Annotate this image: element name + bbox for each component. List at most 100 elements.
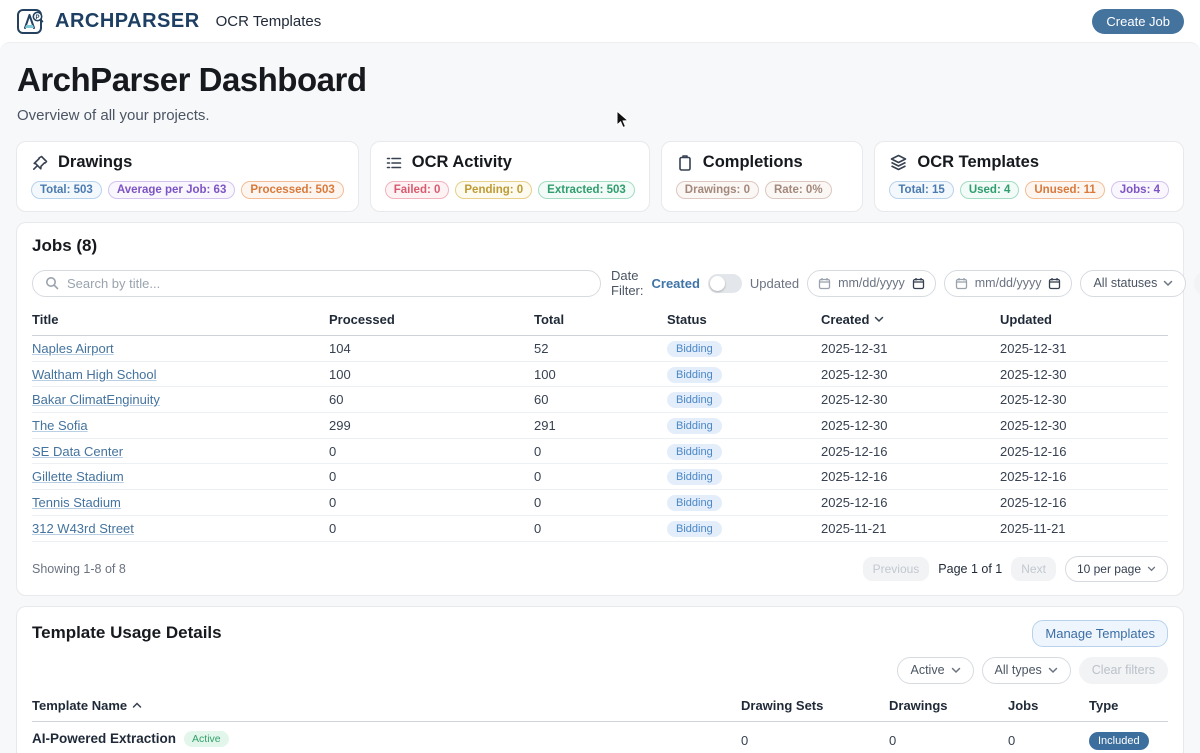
- col-type[interactable]: Type: [1089, 698, 1168, 713]
- stat-badge: Processed: 503: [241, 181, 343, 199]
- date-from-input[interactable]: mm/dd/yyyy: [807, 270, 936, 297]
- search-input[interactable]: [67, 276, 588, 291]
- per-page-dropdown[interactable]: 10 per page: [1065, 556, 1168, 582]
- table-row[interactable]: 312 W43rd Street 0 0 Bidding 2025-11-21 …: [32, 516, 1168, 542]
- col-created[interactable]: Created: [821, 312, 1000, 327]
- template-drawings: 0: [889, 731, 1008, 748]
- job-processed: 299: [329, 418, 534, 433]
- col-drawings[interactable]: Drawings: [889, 698, 1008, 713]
- table-row[interactable]: SE Data Center 0 0 Bidding 2025-12-16 20…: [32, 439, 1168, 465]
- job-title-link[interactable]: Tennis Stadium: [32, 495, 121, 510]
- job-title-link[interactable]: Gillette Stadium: [32, 469, 124, 484]
- job-title-link[interactable]: Naples Airport: [32, 341, 114, 356]
- chevron-down-icon: [1163, 280, 1173, 287]
- job-created: 2025-12-30: [821, 418, 1000, 433]
- col-status[interactable]: Status: [667, 312, 821, 327]
- stat-card-drawings: Drawings Total: 503Average per Job: 63Pr…: [16, 141, 359, 212]
- job-status-badge: Bidding: [667, 418, 722, 434]
- job-title-link[interactable]: Bakar ClimatEnginuity: [32, 392, 160, 407]
- job-processed: 0: [329, 444, 534, 459]
- job-title-link[interactable]: Waltham High School: [32, 367, 157, 382]
- job-processed: 100: [329, 367, 534, 382]
- job-status-badge: Bidding: [667, 495, 722, 511]
- job-total: 291: [534, 418, 667, 433]
- card-badges: Total: 503Average per Job: 63Processed: …: [31, 181, 344, 199]
- card-title: OCR Templates: [917, 153, 1039, 172]
- types-filter-dropdown[interactable]: All types: [982, 657, 1071, 684]
- col-total[interactable]: Total: [534, 312, 667, 327]
- pushpin-icon: [31, 154, 49, 172]
- template-name: AI-Powered Extraction: [32, 731, 176, 746]
- table-row[interactable]: Waltham High School 100 100 Bidding 2025…: [32, 362, 1168, 388]
- stat-badge: Drawings: 0: [676, 181, 759, 199]
- date-filter-created-label[interactable]: Created: [652, 276, 700, 291]
- card-badges: Failed: 0Pending: 0Extracted: 503: [385, 181, 635, 199]
- chevron-down-icon: [1147, 566, 1156, 572]
- active-filter-dropdown[interactable]: Active: [897, 657, 973, 684]
- table-row[interactable]: AI-Powered Extraction Active Uses Claude…: [32, 722, 1168, 753]
- date-picker-icon[interactable]: [912, 277, 925, 290]
- table-row[interactable]: Gillette Stadium 0 0 Bidding 2025-12-16 …: [32, 464, 1168, 490]
- stat-badge: Total: 15: [889, 181, 953, 199]
- stat-badge: Pending: 0: [455, 181, 532, 199]
- stat-card-completions: Completions Drawings: 0Rate: 0%: [661, 141, 864, 212]
- create-job-button[interactable]: Create Job: [1092, 9, 1184, 34]
- col-title[interactable]: Title: [32, 312, 329, 327]
- svg-text:P: P: [35, 15, 39, 21]
- brand[interactable]: P ARCHPARSER: [16, 6, 200, 36]
- col-template-name[interactable]: Template Name: [32, 698, 741, 713]
- topbar-page-title: OCR Templates: [216, 13, 322, 30]
- status-filter-dropdown[interactable]: All statuses: [1080, 270, 1186, 297]
- job-title-link[interactable]: SE Data Center: [32, 444, 123, 459]
- layers-icon: [889, 153, 908, 172]
- job-updated: 2025-12-31: [1000, 341, 1168, 356]
- date-filter-toggle[interactable]: [708, 274, 742, 293]
- date-picker-icon[interactable]: [1048, 277, 1061, 290]
- job-processed: 0: [329, 495, 534, 510]
- col-jobs[interactable]: Jobs: [1008, 698, 1089, 713]
- job-title-link[interactable]: 312 W43rd Street: [32, 521, 134, 536]
- stat-cards: Drawings Total: 503Average per Job: 63Pr…: [0, 141, 1200, 212]
- col-updated[interactable]: Updated: [1000, 312, 1168, 327]
- clear-filters-button[interactable]: Clear filters: [1194, 270, 1200, 297]
- jobs-search[interactable]: [32, 270, 601, 297]
- template-badge: Active: [184, 731, 229, 747]
- jobs-table-header: Title Processed Total Status Created Upd…: [32, 312, 1168, 336]
- stat-badge: Used: 4: [960, 181, 1020, 199]
- job-title-link[interactable]: The Sofia: [32, 418, 88, 433]
- calendar-icon: [955, 277, 968, 290]
- date-to-input[interactable]: mm/dd/yyyy: [944, 270, 1073, 297]
- table-row[interactable]: The Sofia 299 291 Bidding 2025-12-30 202…: [32, 413, 1168, 439]
- templates-title: Template Usage Details: [32, 623, 222, 643]
- previous-page-button[interactable]: Previous: [863, 557, 930, 581]
- table-row[interactable]: Bakar ClimatEnginuity 60 60 Bidding 2025…: [32, 387, 1168, 413]
- templates-clear-filters-button[interactable]: Clear filters: [1079, 657, 1168, 684]
- status-filter-value: All statuses: [1093, 276, 1157, 290]
- job-updated: 2025-12-16: [1000, 495, 1168, 510]
- job-status-badge: Bidding: [667, 444, 722, 460]
- table-row[interactable]: Naples Airport 104 52 Bidding 2025-12-31…: [32, 336, 1168, 362]
- card-title: Drawings: [58, 153, 132, 172]
- table-row[interactable]: Tennis Stadium 0 0 Bidding 2025-12-16 20…: [32, 490, 1168, 516]
- page-title: ArchParser Dashboard: [17, 61, 1183, 99]
- jobs-pagination: Showing 1-8 of 8 Previous Page 1 of 1 Ne…: [32, 556, 1168, 582]
- job-processed: 60: [329, 392, 534, 407]
- col-template-name-label: Template Name: [32, 698, 127, 713]
- manage-templates-button[interactable]: Manage Templates: [1032, 620, 1168, 647]
- job-updated: 2025-12-30: [1000, 418, 1168, 433]
- jobs-panel: Jobs (8) Date Filter: Created Updated: [16, 222, 1184, 596]
- stat-badge: Extracted: 503: [538, 181, 635, 199]
- types-filter-value: All types: [995, 663, 1042, 677]
- card-title: Completions: [703, 153, 803, 172]
- col-processed[interactable]: Processed: [329, 312, 534, 327]
- chevron-down-icon: [1048, 667, 1058, 674]
- next-page-button[interactable]: Next: [1011, 557, 1056, 581]
- job-total: 0: [534, 495, 667, 510]
- col-drawing-sets[interactable]: Drawing Sets: [741, 698, 889, 713]
- job-processed: 0: [329, 521, 534, 536]
- job-status-badge: Bidding: [667, 392, 722, 408]
- template-jobs: 0: [1008, 731, 1089, 748]
- date-from-placeholder: mm/dd/yyyy: [838, 276, 905, 290]
- date-filter-updated-label[interactable]: Updated: [750, 276, 799, 291]
- jobs-table-body: Naples Airport 104 52 Bidding 2025-12-31…: [32, 336, 1168, 542]
